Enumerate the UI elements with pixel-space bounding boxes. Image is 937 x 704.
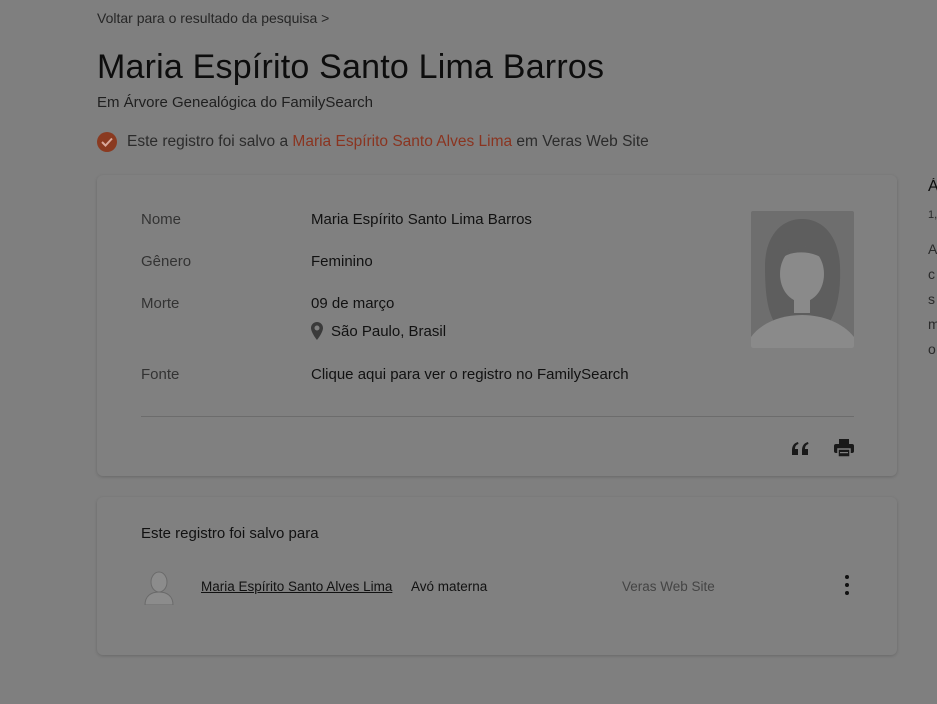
cite-button[interactable] <box>791 440 809 461</box>
saved-notice-prefix: Este registro foi salvo a <box>127 133 289 150</box>
death-place-text: São Paulo, Brasil <box>331 322 447 340</box>
kebab-menu-icon[interactable] <box>843 575 851 597</box>
print-icon <box>834 439 854 458</box>
check-icon <box>97 132 117 152</box>
silhouette-icon <box>751 219 854 348</box>
card-divider <box>141 416 854 417</box>
page-title: Maria Espírito Santo Lima Barros <box>97 48 605 86</box>
back-to-results-link[interactable]: Voltar para o resultado da pesquisa > <box>97 10 329 26</box>
print-button[interactable] <box>834 439 854 462</box>
death-date: 09 de março <box>311 295 395 312</box>
name-label: Nome <box>141 211 182 228</box>
side-panel-line: 1, <box>928 209 937 221</box>
side-panel-line: A <box>928 241 937 257</box>
quote-icon <box>792 442 809 455</box>
page-subtitle: Em Árvore Genealógica do FamilySearch <box>97 94 373 111</box>
side-panel-heading: Á <box>928 178 937 195</box>
saved-person-name-link[interactable]: Maria Espírito Santo Alves Lima <box>201 579 392 594</box>
saved-person-site: Veras Web Site <box>622 579 715 594</box>
gender-value: Feminino <box>311 253 373 270</box>
profile-photo-placeholder <box>751 211 854 348</box>
side-panel-line: c <box>928 266 935 282</box>
side-panel-line: s <box>928 291 935 307</box>
source-label: Fonte <box>141 366 180 383</box>
side-panel-line: o <box>928 341 936 357</box>
saved-notice: Este registro foi salvo a Maria Espírito… <box>97 132 649 152</box>
saved-notice-suffix: em Veras Web Site <box>516 133 649 150</box>
side-panel-line: m <box>928 316 937 332</box>
avatar-icon <box>144 571 174 605</box>
death-label: Morte <box>141 295 180 312</box>
saved-person-relation: Avó materna <box>411 579 488 594</box>
saved-notice-person-link[interactable]: Maria Espírito Santo Alves Lima <box>292 133 512 151</box>
saved-person-row: Maria Espírito Santo Alves Lima Avó mate… <box>141 569 854 605</box>
saved-for-title: Este registro foi salvo para <box>141 525 319 542</box>
gender-label: Gênero <box>141 253 192 270</box>
source-link[interactable]: Clique aqui para ver o registro no Famil… <box>311 366 629 383</box>
location-pin-icon <box>311 322 323 340</box>
record-details-card: Nome Maria Espírito Santo Lima Barros Gê… <box>97 175 897 476</box>
death-place: São Paulo, Brasil <box>311 322 446 340</box>
name-value: Maria Espírito Santo Lima Barros <box>311 211 532 228</box>
saved-for-card: Este registro foi salvo para Maria Espír… <box>97 497 897 655</box>
